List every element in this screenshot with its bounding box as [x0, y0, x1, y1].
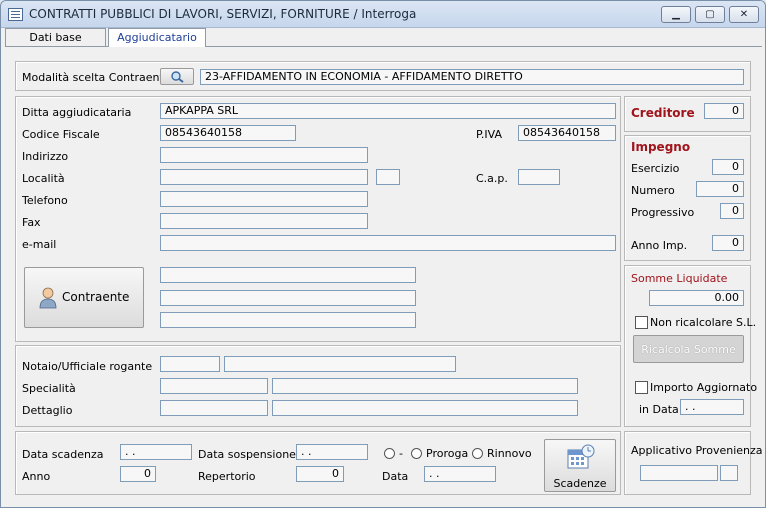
- in-data-field[interactable]: . .: [680, 399, 744, 415]
- piva-label: P.IVA: [476, 128, 503, 141]
- anno-imp-label: Anno Imp.: [631, 239, 688, 252]
- minimize-button[interactable]: ▁: [661, 6, 691, 23]
- numero-label: Numero: [631, 184, 675, 197]
- form-icon: [8, 8, 23, 21]
- creditore-label: Creditore: [631, 106, 695, 120]
- importo-aggiornato-label: Importo Aggiornato: [650, 381, 758, 394]
- notaio-name-field[interactable]: [224, 356, 456, 372]
- dettaglio-desc-field[interactable]: [272, 400, 578, 416]
- modalita-panel: Modalità scelta Contraente 23-AFFIDAMENT…: [15, 61, 751, 91]
- creditore-field[interactable]: 0: [704, 103, 744, 119]
- radio-none-label: -: [399, 447, 403, 460]
- contraente-line-2[interactable]: [160, 290, 416, 306]
- somme-title: Somme Liquidate: [631, 272, 728, 285]
- calendar-icon: [567, 444, 595, 469]
- radio-rinnovo-label: Rinnovo: [487, 447, 532, 460]
- codice-fiscale-field[interactable]: 08543640158: [160, 125, 296, 141]
- in-data-label: in Data: [639, 403, 679, 416]
- indirizzo-field[interactable]: [160, 147, 368, 163]
- tab-dati-base[interactable]: Dati base: [5, 28, 106, 46]
- search-icon: [171, 71, 184, 83]
- telefono-field[interactable]: [160, 191, 368, 207]
- ditta-label: Ditta aggiudicataria: [22, 106, 132, 119]
- notaio-code-field[interactable]: [160, 356, 220, 372]
- window-title: CONTRATTI PUBBLICI DI LAVORI, SERVIZI, F…: [29, 7, 417, 21]
- non-ricalcolare-checkbox[interactable]: [635, 316, 648, 329]
- maximize-button[interactable]: ▢: [695, 6, 725, 23]
- somme-field[interactable]: 0.00: [649, 290, 744, 306]
- specialita-label: Specialità: [22, 382, 76, 395]
- contraente-button[interactable]: Contraente: [24, 267, 144, 328]
- modalita-label: Modalità scelta Contraente: [22, 71, 171, 84]
- dettaglio-label: Dettaglio: [22, 404, 73, 417]
- radio-none[interactable]: [384, 448, 395, 459]
- anno-label: Anno: [22, 470, 51, 483]
- creditore-panel: Creditore 0: [624, 96, 751, 132]
- repertorio-field[interactable]: 0: [296, 466, 344, 482]
- importo-aggiornato-checkbox[interactable]: [635, 381, 648, 394]
- anno-imp-field[interactable]: 0: [712, 235, 744, 251]
- localita-label: Località: [22, 172, 65, 185]
- scadenze-button-label: Scadenze: [553, 477, 607, 490]
- esercizio-label: Esercizio: [631, 162, 680, 175]
- specialita-desc-field[interactable]: [272, 378, 578, 394]
- impegno-panel: Impegno Esercizio 0 Numero 0 Progressivo…: [624, 135, 751, 261]
- notaio-label: Notaio/Ufficiale rogante: [22, 360, 153, 373]
- cap-field[interactable]: [518, 169, 560, 185]
- ditta-panel: Ditta aggiudicataria APKAPPA SRL Codice …: [15, 96, 621, 342]
- scadenze-button[interactable]: Scadenze: [544, 439, 616, 492]
- applicativo-code-field[interactable]: [720, 465, 738, 481]
- dettaglio-code-field[interactable]: [160, 400, 268, 416]
- indirizzo-label: Indirizzo: [22, 150, 69, 163]
- ricalcola-somme-label: Ricalcola Somme: [641, 343, 736, 356]
- applicativo-panel: Applicativo Provenienza: [624, 431, 763, 495]
- applicativo-field[interactable]: [640, 465, 718, 481]
- codice-fiscale-label: Codice Fiscale: [22, 128, 100, 141]
- ricalcola-somme-button[interactable]: Ricalcola Somme: [633, 335, 744, 363]
- esercizio-field[interactable]: 0: [712, 159, 744, 175]
- fax-field[interactable]: [160, 213, 368, 229]
- contraente-line-1[interactable]: [160, 267, 416, 283]
- telefono-label: Telefono: [22, 194, 68, 207]
- cap-label: C.a.p.: [476, 172, 508, 185]
- anno-field[interactable]: 0: [120, 466, 156, 482]
- specialita-code-field[interactable]: [160, 378, 268, 394]
- ditta-field[interactable]: APKAPPA SRL: [160, 103, 616, 119]
- piva-field[interactable]: 08543640158: [518, 125, 616, 141]
- contraente-button-label: Contraente: [62, 290, 130, 304]
- data-label: Data: [382, 470, 409, 483]
- progressivo-field[interactable]: 0: [720, 203, 744, 219]
- data-sospensione-label: Data sospensione: [198, 448, 296, 461]
- localita-field[interactable]: [160, 169, 368, 185]
- email-field[interactable]: [160, 235, 616, 251]
- radio-proroga[interactable]: [411, 448, 422, 459]
- tab-strip: Dati base Aggiudicatario: [5, 28, 762, 47]
- data-field[interactable]: . .: [424, 466, 496, 482]
- main-window: CONTRATTI PUBBLICI DI LAVORI, SERVIZI, F…: [0, 0, 766, 508]
- data-scadenza-label: Data scadenza: [22, 448, 104, 461]
- email-label: e-mail: [22, 238, 57, 251]
- radio-proroga-label: Proroga: [426, 447, 469, 460]
- notaio-panel: Notaio/Ufficiale rogante Specialità Dett…: [15, 345, 621, 427]
- numero-field[interactable]: 0: [696, 181, 744, 197]
- impegno-title: Impegno: [631, 140, 691, 154]
- tab-aggiudicatario[interactable]: Aggiudicatario: [108, 28, 206, 47]
- modalita-field[interactable]: 23-AFFIDAMENTO IN ECONOMIA - AFFIDAMENTO…: [200, 69, 744, 85]
- applicativo-title: Applicativo Provenienza: [631, 444, 763, 457]
- data-sospensione-field[interactable]: . .: [296, 444, 368, 460]
- repertorio-label: Repertorio: [198, 470, 256, 483]
- data-scadenza-field[interactable]: . .: [120, 444, 192, 460]
- provincia-field[interactable]: [376, 169, 400, 185]
- non-ricalcolare-label: Non ricalcolare S.L.: [650, 316, 757, 329]
- somme-panel: Somme Liquidate 0.00 Non ricalcolare S.L…: [624, 265, 757, 427]
- modalita-search-button[interactable]: [160, 68, 194, 85]
- fax-label: Fax: [22, 216, 41, 229]
- radio-rinnovo[interactable]: [472, 448, 483, 459]
- scadenza-panel: Data scadenza . . Data sospensione . . -…: [15, 431, 621, 495]
- contraente-line-3[interactable]: [160, 312, 416, 328]
- close-button[interactable]: ✕: [729, 6, 759, 23]
- user-icon: [39, 287, 57, 309]
- title-bar: CONTRATTI PUBBLICI DI LAVORI, SERVIZI, F…: [1, 1, 765, 28]
- progressivo-label: Progressivo: [631, 206, 695, 219]
